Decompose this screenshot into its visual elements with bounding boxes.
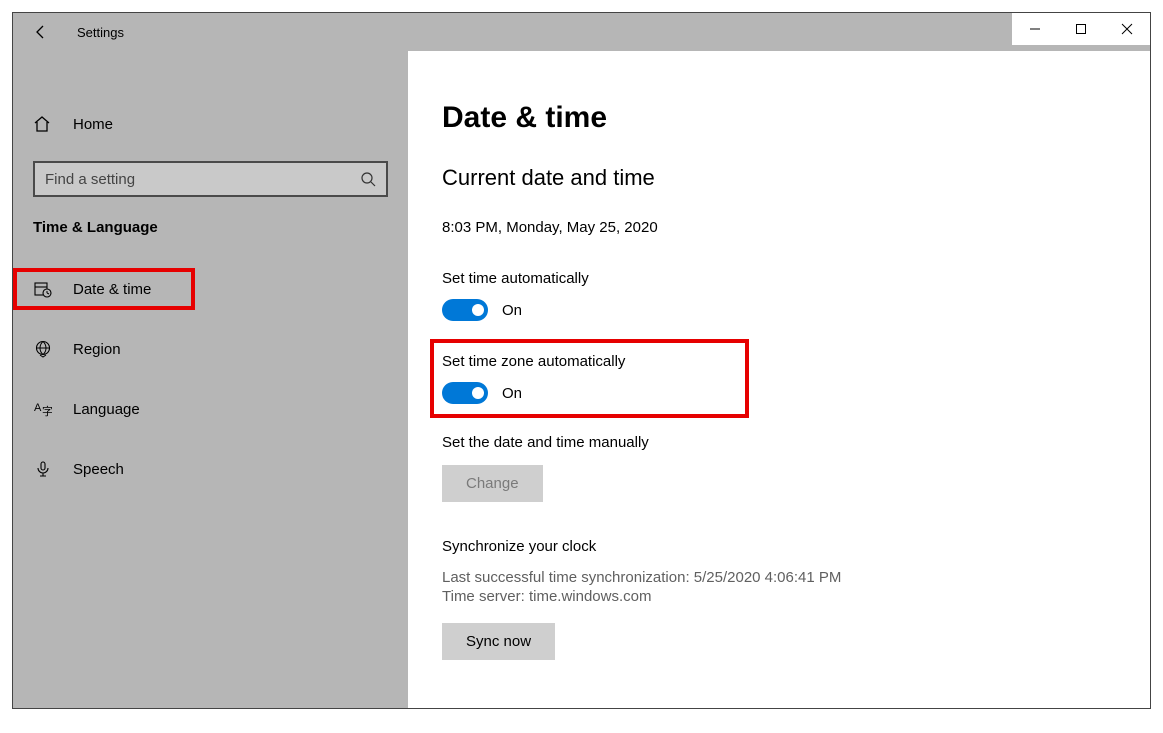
language-icon: A字	[33, 400, 53, 418]
sidebar-item-label: Date & time	[73, 281, 151, 298]
set-tz-auto-state: On	[502, 385, 522, 402]
change-button: Change	[442, 465, 543, 502]
sidebar-item-language[interactable]: A字 Language	[13, 388, 408, 430]
set-time-auto-state: On	[502, 302, 522, 319]
home-label: Home	[73, 116, 113, 133]
minimize-button[interactable]	[1012, 13, 1058, 45]
page-title: Date & time	[442, 101, 1150, 135]
sync-last-info: Last successful time synchronization: 5/…	[442, 569, 1150, 586]
sidebar-item-label: Speech	[73, 461, 124, 478]
content-pane: Date & time Current date and time 8:03 P…	[408, 51, 1150, 708]
window-controls	[1012, 13, 1150, 45]
highlight-set-tz-auto: Set time zone automatically On	[434, 343, 745, 414]
svg-text:字: 字	[42, 404, 52, 418]
set-time-auto-block: Set time automatically On	[442, 270, 1150, 321]
maximize-button[interactable]	[1058, 13, 1104, 45]
home-nav[interactable]: Home	[13, 107, 408, 141]
globe-icon	[33, 340, 53, 358]
set-tz-auto-label: Set time zone automatically	[442, 353, 625, 370]
sidebar: Home Time & Language Date & time	[13, 51, 408, 708]
sidebar-item-label: Language	[73, 401, 140, 418]
sidebar-item-label: Region	[73, 341, 121, 358]
close-button[interactable]	[1104, 13, 1150, 45]
sync-section: Synchronize your clock Last successful t…	[442, 538, 1150, 660]
set-time-auto-toggle[interactable]	[442, 299, 488, 321]
home-icon	[33, 115, 53, 133]
sidebar-item-speech[interactable]: Speech	[13, 448, 408, 490]
sync-header: Synchronize your clock	[442, 538, 1150, 555]
sidebar-item-region[interactable]: Region	[13, 328, 408, 370]
sidebar-section-header: Time & Language	[13, 219, 408, 246]
toggle-knob	[472, 387, 484, 399]
svg-text:A: A	[34, 402, 42, 414]
set-tz-auto-block: Set time zone automatically On	[442, 353, 625, 404]
section-current-header: Current date and time	[442, 165, 1150, 191]
settings-window: Settings Home	[12, 12, 1151, 709]
set-tz-auto-toggle[interactable]	[442, 382, 488, 404]
window-title: Settings	[77, 25, 124, 40]
search-box[interactable]	[33, 161, 388, 197]
toggle-knob	[472, 304, 484, 316]
microphone-icon	[33, 460, 53, 478]
sync-server-info: Time server: time.windows.com	[442, 588, 1150, 605]
sync-now-button[interactable]: Sync now	[442, 623, 555, 660]
search-input[interactable]	[45, 171, 376, 188]
calendar-clock-icon	[33, 280, 53, 298]
current-datetime: 8:03 PM, Monday, May 25, 2020	[442, 219, 1150, 236]
back-button[interactable]	[31, 22, 51, 42]
sidebar-item-date-time[interactable]: Date & time	[13, 268, 195, 310]
set-time-auto-label: Set time automatically	[442, 270, 1150, 287]
titlebar: Settings	[13, 13, 1150, 51]
set-manual-label: Set the date and time manually	[442, 434, 1150, 451]
search-icon	[360, 171, 376, 187]
